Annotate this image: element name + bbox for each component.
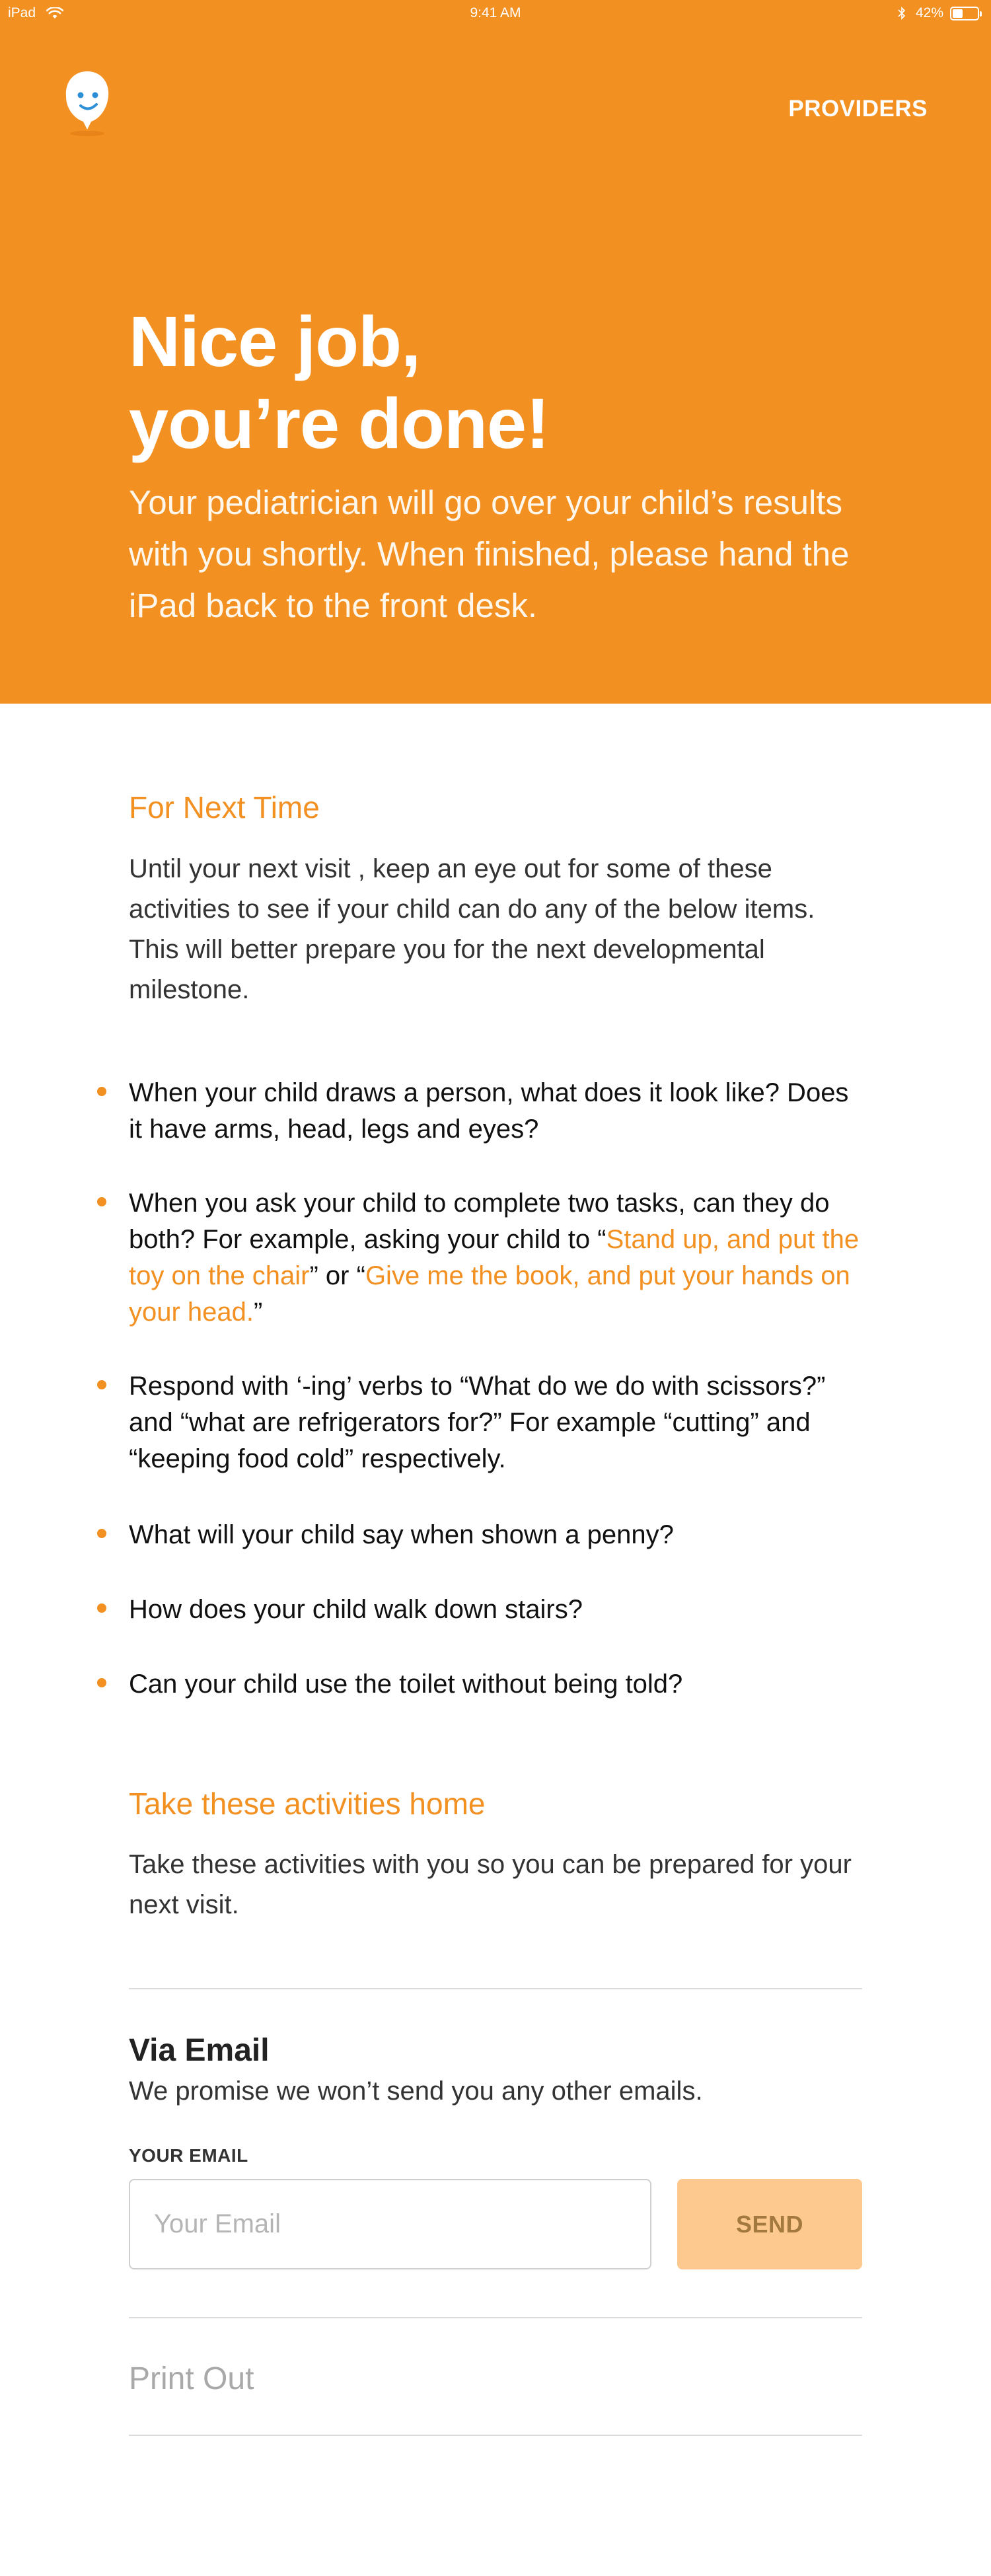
title-line-1: Nice job, <box>129 301 421 381</box>
via-email-title: Via Email <box>129 2033 270 2068</box>
battery-percent: 42% <box>915 5 943 20</box>
list-item-text: What will your child say when shown a pe… <box>129 1520 674 1549</box>
providers-link[interactable]: PROVIDERS <box>788 96 928 122</box>
bluetooth-icon <box>898 7 906 20</box>
bullet-dot <box>97 1678 106 1687</box>
divider <box>129 1988 862 1989</box>
list-item: How does your child walk down stairs? <box>97 1592 869 1628</box>
list-item-text: Can your child use the toilet without be… <box>129 1670 683 1699</box>
divider <box>129 2317 862 2318</box>
brand-logo-icon[interactable] <box>61 69 114 141</box>
bullet-dot <box>97 1603 106 1613</box>
send-button[interactable]: SEND <box>677 2179 862 2269</box>
battery-icon <box>950 6 982 20</box>
list-item: When your child draws a person, what doe… <box>97 1075 869 1148</box>
title-line-2: you’re done! <box>129 383 550 463</box>
bullet-dot <box>97 1529 106 1538</box>
battery-fill <box>953 9 963 18</box>
status-time: 9:41 AM <box>470 5 521 20</box>
list-item-text: ” <box>254 1298 263 1327</box>
list-item-text: Respond with ‘-ing’ verbs to “What do we… <box>129 1372 826 1473</box>
list-item-text: When your child draws a person, what doe… <box>129 1078 849 1144</box>
list-item: When you ask your child to complete two … <box>97 1185 869 1331</box>
bullet-dot <box>97 1380 106 1389</box>
list-item: Can your child use the toilet without be… <box>97 1666 869 1703</box>
list-item: Respond with ‘-ing’ verbs to “What do we… <box>97 1368 869 1477</box>
email-field[interactable] <box>129 2179 651 2269</box>
hero-subtitle: Your pediatrician will go over your chil… <box>129 484 850 624</box>
next-time-heading: For Next Time <box>129 790 320 825</box>
results-page: iPad 9:41 AM 42% PROVIDERS Nice job, you… <box>0 0 991 2576</box>
bullet-dot <box>97 1197 106 1206</box>
list-item-text: ” or “ <box>309 1261 365 1290</box>
status-right: 42% <box>897 5 982 21</box>
status-bar: iPad 9:41 AM 42% <box>0 0 991 26</box>
next-time-intro: Until your next visit , keep an eye out … <box>129 854 815 1004</box>
list-item-text: How does your child walk down stairs? <box>129 1595 583 1624</box>
print-out-option[interactable]: Print Out <box>129 2361 254 2397</box>
divider <box>129 2435 862 2436</box>
take-home-intro: Take these activities with you so you ca… <box>129 1850 852 1919</box>
email-field-label: YOUR EMAIL <box>129 2145 248 2166</box>
list-item: What will your child say when shown a pe… <box>97 1517 869 1553</box>
hero-banner: iPad 9:41 AM 42% PROVIDERS Nice job, you… <box>0 0 991 704</box>
via-email-subtitle: We promise we won’t send you any other e… <box>129 2077 703 2106</box>
take-home-heading: Take these activities home <box>129 1786 486 1821</box>
bullet-dot <box>97 1087 106 1096</box>
page-title: Nice job, you’re done! <box>129 301 889 464</box>
